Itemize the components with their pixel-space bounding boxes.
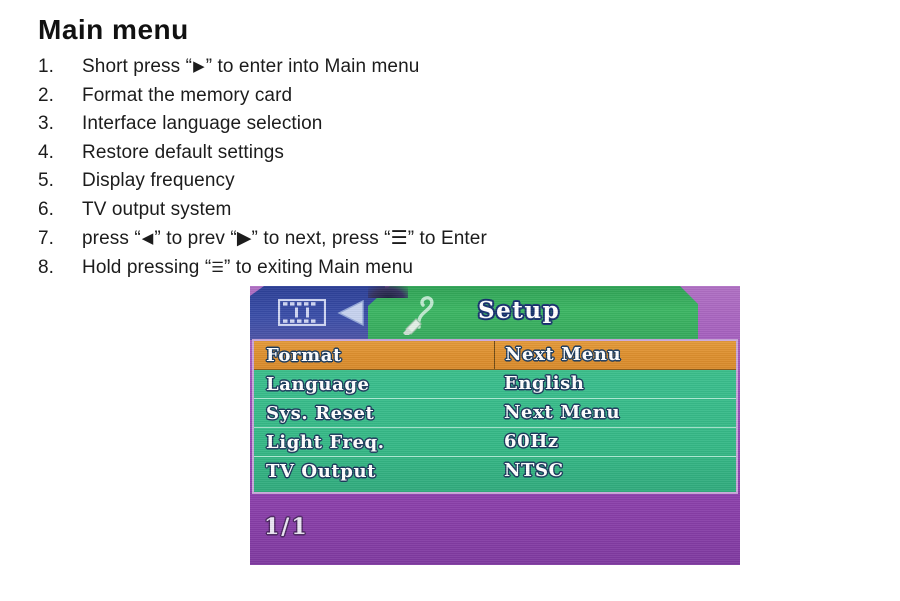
menu-row-value[interactable]: Next Menu [494,399,736,427]
list-item-number: 1. [38,56,54,77]
list-item-number: 2. [38,84,54,106]
osd-tab-bar: Setup [250,286,740,340]
list-item-text: Display frequency [82,170,235,191]
list-item: 8. Hold pressing “☰” to exiting Main men… [38,254,738,283]
list-item-number: 7. [38,228,54,249]
list-item: 6. TV output system [38,196,738,225]
menu-row-value[interactable]: English [494,370,736,398]
list-item-number: 5. [38,170,54,191]
menu-row-label: Sys. Reset [266,402,375,424]
menu-row-value[interactable]: 60Hz [494,428,736,456]
setup-menu-panel: Format Next Menu Language English Sys. R… [252,339,738,494]
tab-setup-label: Setup [478,297,561,324]
list-item: 7. press “◀” to prev “▶” to next, press … [38,224,738,254]
page-indicator: 1/1 [264,514,309,540]
play-right-icon: ▶ [193,57,205,75]
play-left-icon: ◀ [141,229,154,247]
menu-row-light-freq[interactable]: Light Freq. 60Hz [254,428,736,457]
list-item-text: Short press “▶” to enter into Main menu [82,56,420,77]
menu-row-language[interactable]: Language English [254,370,736,399]
menu-row-format[interactable]: Format Next Menu [254,341,736,370]
list-item-number: 6. [38,198,54,220]
list-item-text: Hold pressing “☰” to exiting Main menu [82,256,414,278]
menu-row-tv-output[interactable]: TV Output NTSC [254,457,736,486]
menu-row-label: Light Freq. [266,431,385,453]
list-item: 4. Restore default settings [38,139,738,168]
menu-row-sys-reset[interactable]: Sys. Reset Next Menu [254,399,736,428]
menu-row-value[interactable]: NTSC [494,457,736,486]
list-item: 1. Short press “▶” to enter into Main me… [38,52,738,82]
list-item-text: Format the memory card [82,84,293,106]
menu-row-label: Language [266,373,370,395]
menu-row-label: TV Output [266,461,377,482]
list-item: 3. Interface language selection [38,110,738,139]
menu-row-label: Format [266,344,342,366]
menu-row-value[interactable]: Next Menu [494,341,736,369]
list-item-number: 4. [38,141,54,163]
list-item-number: 3. [38,113,54,134]
list-item: 2. Format the memory card [38,82,738,111]
arrow-left-icon[interactable] [337,300,365,326]
camera-lcd-screen: Setup Format Next Menu Language English … [250,286,740,565]
list-item-text: Interface language selection [82,113,323,134]
page-title: Main menu [38,14,189,45]
brush-tool-icon [403,296,434,335]
list-item-text: press “◀” to prev “▶” to next, press “☰”… [82,228,487,249]
filmstrip-icon [278,299,326,326]
list-item-number: 8. [38,256,54,278]
list-item-text: TV output system [82,198,232,220]
list-item: 5. Display frequency [38,167,738,196]
menu-bars-icon: ☰ [211,259,224,276]
instructions-block: Main menu 1. Short press “▶” to enter in… [38,14,738,282]
instruction-list: 1. Short press “▶” to enter into Main me… [38,52,738,282]
list-item-text: Restore default settings [82,141,285,163]
